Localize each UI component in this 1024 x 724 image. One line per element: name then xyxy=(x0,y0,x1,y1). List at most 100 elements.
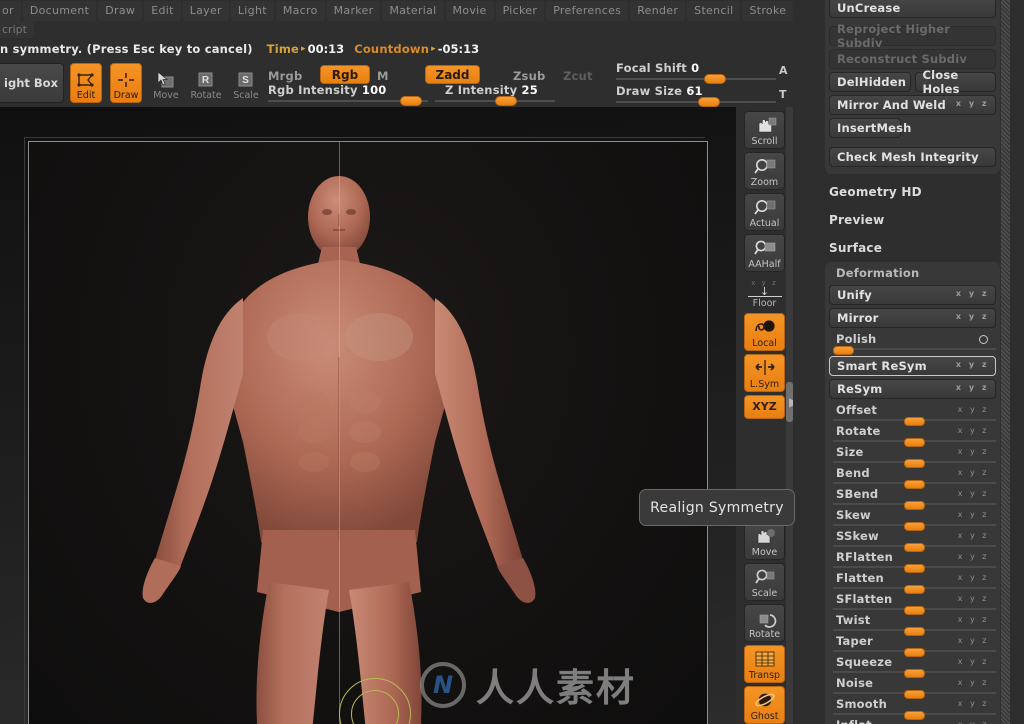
section-preview[interactable]: Preview xyxy=(825,206,1000,234)
nav-button-rotate[interactable]: Rotate xyxy=(744,604,785,642)
edit-mode-button[interactable]: Edit xyxy=(70,63,102,103)
nav-button-lsym[interactable]: L.Sym xyxy=(744,354,785,392)
nav-button-local[interactable]: Local xyxy=(744,313,785,351)
menu-item-layer[interactable]: Layer xyxy=(182,1,229,21)
canvas-viewport[interactable]: N 人人素材 xyxy=(0,107,736,724)
polish-circle-icon[interactable] xyxy=(979,335,988,344)
deformation-slider-bend[interactable]: Bend x y z xyxy=(829,465,996,489)
menu-item-stencil[interactable]: Stencil xyxy=(687,1,741,21)
menu-item-macro[interactable]: Macro xyxy=(275,1,325,21)
scale-mode-button[interactable]: S Scale xyxy=(230,63,262,103)
deformation-slider-sbend[interactable]: SBend x y z xyxy=(829,486,996,510)
reproject-higher-subdiv-button[interactable]: Reproject Higher Subdiv xyxy=(829,22,996,50)
nav-button-xyz[interactable]: XYZ xyxy=(744,395,785,419)
menu-item-document[interactable]: Document xyxy=(22,1,97,21)
deformation-slider-inflat[interactable]: Inflat x y z xyxy=(829,717,996,724)
rgb-intensity-slider[interactable]: Rgb Intensity 100 xyxy=(268,83,428,106)
nav-button-scale[interactable]: Scale xyxy=(744,563,785,601)
menu-item-stroke[interactable]: Stroke xyxy=(742,1,794,21)
deformation-axis-noise[interactable]: x y z xyxy=(958,678,989,687)
menu-item-picker[interactable]: Picker xyxy=(495,1,545,21)
deformation-slider-size[interactable]: Size x y z xyxy=(829,444,996,468)
z-intensity-thumb[interactable] xyxy=(495,96,517,106)
polish-thumb[interactable] xyxy=(833,346,854,355)
uncrease-button[interactable]: UnCrease xyxy=(829,0,996,18)
mirror-button[interactable]: Mirror x y z xyxy=(829,308,996,328)
deformation-axis-sflatten[interactable]: x y z xyxy=(958,594,989,603)
menu-item-zscript[interactable]: cript xyxy=(0,21,34,39)
deformation-slider-sflatten[interactable]: SFlatten x y z xyxy=(829,591,996,615)
mirror-and-weld-axis[interactable]: x y z xyxy=(956,99,989,108)
section-surface[interactable]: Surface xyxy=(825,234,1000,262)
deformation-slider-sskew[interactable]: SSkew x y z xyxy=(829,528,996,552)
reconstruct-subdiv-button[interactable]: Reconstruct Subdiv xyxy=(829,49,996,69)
menu-item-marker[interactable]: Marker xyxy=(326,1,381,21)
deformation-slider-flatten[interactable]: Flatten x y z xyxy=(829,570,996,594)
m-button[interactable]: M xyxy=(377,69,389,83)
deformation-slider-twist[interactable]: Twist x y z xyxy=(829,612,996,636)
section-geometry-hd[interactable]: Geometry HD xyxy=(825,178,1000,206)
menu-item-draw[interactable]: Draw xyxy=(98,1,143,21)
resym-axis[interactable]: x y z xyxy=(956,383,989,392)
delhidden-button[interactable]: DelHidden xyxy=(829,72,911,92)
deformation-axis-twist[interactable]: x y z xyxy=(958,615,989,624)
sculpt-model-human-figure[interactable] xyxy=(29,142,707,724)
smart-resym-axis[interactable]: x y z xyxy=(956,360,989,369)
deformation-axis-squeeze[interactable]: x y z xyxy=(958,657,989,666)
rotate-mode-button[interactable]: R Rotate xyxy=(190,63,222,103)
right-panel-scrollbar[interactable] xyxy=(1001,0,1010,724)
z-intensity-slider[interactable]: Z Intensity 25 xyxy=(435,83,555,106)
canvas-document-frame[interactable] xyxy=(24,137,708,724)
nav-button-move[interactable]: Move xyxy=(744,522,785,560)
deformation-axis-bend[interactable]: x y z xyxy=(958,468,989,477)
check-mesh-integrity-button[interactable]: Check Mesh Integrity xyxy=(829,147,996,167)
zadd-button[interactable]: Zadd xyxy=(425,65,480,84)
insertmesh-button[interactable]: InsertMesh xyxy=(829,118,911,138)
rgb-button[interactable]: Rgb xyxy=(320,65,370,84)
deformation-axis-flatten[interactable]: x y z xyxy=(958,573,989,582)
deformation-slider-offset[interactable]: Offset x y z xyxy=(829,402,996,426)
deformation-axis-sbend[interactable]: x y z xyxy=(958,489,989,498)
deformation-axis-offset[interactable]: x y z xyxy=(958,405,989,414)
deformation-slider-noise[interactable]: Noise x y z xyxy=(829,675,996,699)
lightbox-button[interactable]: ight Box xyxy=(0,63,64,103)
focal-shift-thumb[interactable] xyxy=(704,74,726,84)
deformation-slider-squeeze[interactable]: Squeeze x y z xyxy=(829,654,996,678)
resym-button[interactable]: ReSym x y z xyxy=(829,379,996,399)
menu-item-preferences[interactable]: Preferences xyxy=(546,1,629,21)
deformation-axis-inflat[interactable]: x y z xyxy=(958,720,989,724)
mirror-axis[interactable]: x y z xyxy=(956,312,989,321)
deformation-axis-sskew[interactable]: x y z xyxy=(958,531,989,540)
deformation-slider-taper[interactable]: Taper x y z xyxy=(829,633,996,657)
menu-item-color[interactable]: or xyxy=(0,1,21,21)
nav-button-scroll[interactable]: Scroll xyxy=(744,111,785,149)
deformation-axis-rotate[interactable]: x y z xyxy=(958,426,989,435)
draw-size-thumb[interactable] xyxy=(698,97,720,107)
zcut-button[interactable]: Zcut xyxy=(563,69,593,83)
rgb-intensity-thumb[interactable] xyxy=(400,96,422,106)
focal-shift-slider[interactable]: Focal Shift 0 xyxy=(616,61,776,84)
deformation-slider-skew[interactable]: Skew x y z xyxy=(829,507,996,531)
deformation-axis-rflatten[interactable]: x y z xyxy=(958,552,989,561)
smart-resym-button[interactable]: Smart ReSym x y z xyxy=(829,356,996,376)
nav-button-actual[interactable]: Actual xyxy=(744,193,785,231)
zsub-button[interactable]: Zsub xyxy=(513,69,545,83)
deformation-slider-rotate[interactable]: Rotate x y z xyxy=(829,423,996,447)
deformation-axis-skew[interactable]: x y z xyxy=(958,510,989,519)
deformation-slider-smooth[interactable]: Smooth x y z xyxy=(829,696,996,720)
nav-button-zoom[interactable]: Zoom xyxy=(744,152,785,190)
mrgb-button[interactable]: Mrgb xyxy=(268,69,302,83)
close-holes-button[interactable]: Close Holes xyxy=(914,68,996,96)
deformation-slider-rflatten[interactable]: RFlatten x y z xyxy=(829,549,996,573)
nav-button-transp[interactable]: Transp xyxy=(744,645,785,683)
move-mode-button[interactable]: Move xyxy=(150,63,182,103)
deformation-axis-taper[interactable]: x y z xyxy=(958,636,989,645)
mirror-and-weld-button[interactable]: Mirror And Weld x y z xyxy=(829,95,996,115)
nav-button-floor[interactable]: x y z ↓ Floor xyxy=(744,275,785,309)
menu-item-light[interactable]: Light xyxy=(230,1,274,21)
unify-button[interactable]: Unify x y z xyxy=(829,285,996,305)
deformation-axis-smooth[interactable]: x y z xyxy=(958,699,989,708)
menu-item-movie[interactable]: Movie xyxy=(445,1,494,21)
deformation-title[interactable]: Deformation xyxy=(829,262,996,285)
deformation-axis-size[interactable]: x y z xyxy=(958,447,989,456)
